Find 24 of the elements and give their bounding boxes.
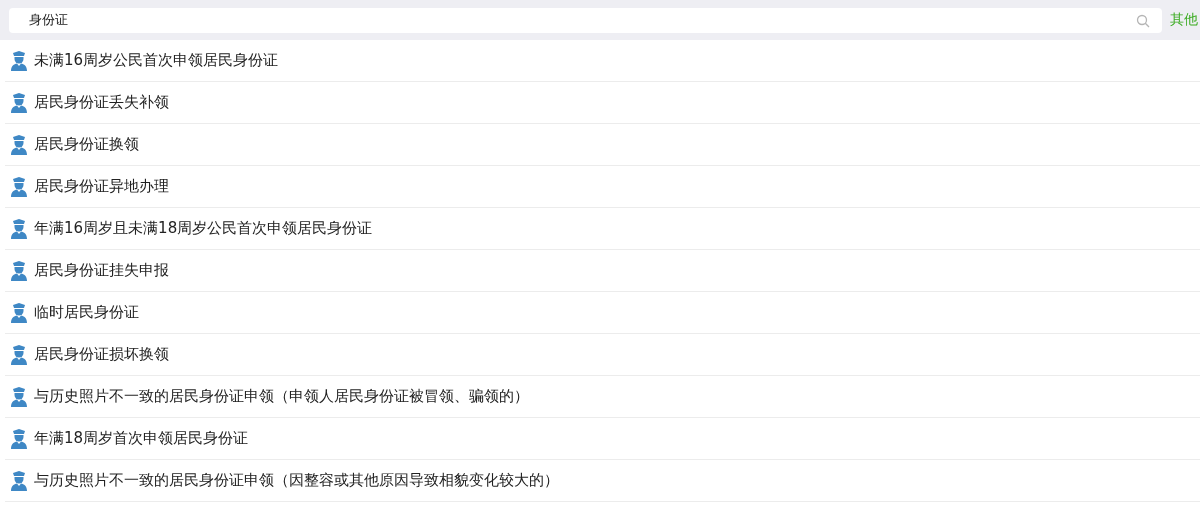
- police-officer-icon: [10, 470, 28, 491]
- police-officer-icon: [10, 302, 28, 323]
- police-officer-icon: [10, 428, 28, 449]
- police-officer-icon: [10, 50, 28, 71]
- result-item[interactable]: 居民身份证丢失补领: [34, 93, 169, 112]
- police-officer-icon: [10, 344, 28, 365]
- police-officer-icon: [10, 260, 28, 281]
- result-item[interactable]: 居民身份证换领: [34, 135, 139, 154]
- result-item[interactable]: 居民身份证挂失申报: [34, 261, 169, 280]
- result-item[interactable]: 居民身份证异地办理: [34, 177, 169, 196]
- search-icon[interactable]: [1136, 13, 1150, 28]
- result-item[interactable]: 与历史照片不一致的居民身份证申领（申领人居民身份证被冒领、骗领的）: [34, 387, 529, 406]
- police-officer-icon: [10, 386, 28, 407]
- result-item[interactable]: 临时居民身份证: [34, 303, 139, 322]
- result-item[interactable]: 与历史照片不一致的居民身份证申领（因整容或其他原因导致相貌变化较大的）: [34, 471, 559, 490]
- result-item[interactable]: 居民身份证损坏换领: [34, 345, 169, 364]
- result-item[interactable]: 年满16周岁且未满18周岁公民首次申领居民身份证: [34, 219, 373, 238]
- result-item[interactable]: 未满16周岁公民首次申领居民身份证: [34, 51, 279, 70]
- police-officer-icon: [10, 176, 28, 197]
- police-officer-icon: [10, 134, 28, 155]
- search-field[interactable]: 身份证: [9, 7, 1162, 33]
- result-item[interactable]: 年满18周岁首次申领居民身份证: [34, 429, 249, 448]
- police-officer-icon: [10, 92, 28, 113]
- police-officer-icon: [10, 218, 28, 239]
